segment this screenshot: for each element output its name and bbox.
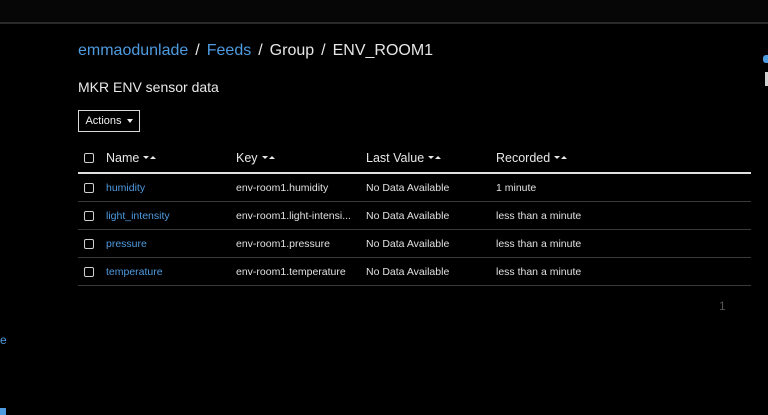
header-last-value[interactable]: Last Value: [366, 143, 490, 172]
actions-button[interactable]: Actions: [78, 110, 140, 132]
feed-recorded: 1 minute: [496, 181, 537, 194]
header-recorded[interactable]: Recorded: [496, 143, 696, 172]
feed-last-value: No Data Available: [366, 209, 450, 222]
sort-icon: [143, 156, 157, 159]
breadcrumb-separator: /: [195, 42, 200, 59]
right-edge-indicator: [763, 55, 768, 63]
row-check-cell: [84, 202, 94, 229]
row-check-cell: [84, 258, 94, 285]
table-header: Name Key Last Value Recorded: [78, 143, 751, 174]
actions-label: Actions: [85, 115, 122, 127]
feed-group-page: emmaodunlade / Feeds / Group / ENV_ROOM1 MKR E…: [0, 0, 768, 415]
feed-key: env-room1.pressure: [236, 237, 330, 250]
breadcrumb-feeds-link[interactable]: Feeds: [207, 42, 251, 59]
breadcrumb: emmaodunlade / Feeds / Group / ENV_ROOM1: [78, 42, 433, 60]
breadcrumb-current: ENV_ROOM1: [332, 42, 434, 59]
sort-icon: [428, 156, 442, 159]
feed-name-link[interactable]: light_intensity: [106, 202, 226, 229]
feed-last-value: No Data Available: [366, 237, 450, 250]
feed-last-value: No Data Available: [366, 265, 450, 278]
select-all-cell: [84, 143, 94, 172]
row-checkbox[interactable]: [84, 238, 94, 249]
table-row: humidity env-room1.humidity No Data Avai…: [78, 174, 751, 202]
select-all-checkbox[interactable]: [84, 152, 94, 163]
feed-name-link[interactable]: humidity: [106, 174, 226, 201]
table-row: temperature env-room1.temperature No Dat…: [78, 258, 751, 286]
breadcrumb-separator: /: [321, 42, 326, 59]
feeds-table: Name Key Last Value Recorded humidity en…: [78, 143, 751, 286]
breadcrumb-separator: /: [258, 42, 263, 59]
feed-key: env-room1.humidity: [236, 181, 329, 194]
bottom-edge-fragment: [0, 408, 6, 415]
feed-recorded: less than a minute: [496, 237, 582, 250]
header-key-label: Key: [236, 150, 258, 165]
feed-key: env-room1.light-intensi...: [236, 209, 351, 222]
row-check-cell: [84, 174, 94, 201]
header-recorded-label: Recorded: [496, 150, 551, 165]
breadcrumb-user-link[interactable]: emmaodunlade: [78, 42, 188, 59]
table-row: light_intensity env-room1.light-intensi.…: [78, 202, 751, 230]
header-key[interactable]: Key: [236, 143, 360, 172]
header-name-label: Name: [106, 150, 140, 165]
feed-name-link[interactable]: temperature: [106, 258, 226, 285]
feed-name-link[interactable]: pressure: [106, 230, 226, 257]
header-name[interactable]: Name: [106, 143, 226, 172]
left-edge-link-fragment[interactable]: e: [0, 333, 7, 347]
header-last-value-label: Last Value: [366, 150, 425, 165]
sort-icon: [261, 156, 275, 159]
group-description: MKR ENV sensor data: [78, 79, 219, 95]
table-row: pressure env-room1.pressure No Data Avai…: [78, 230, 751, 258]
top-divider: [0, 22, 768, 24]
sort-icon: [554, 156, 568, 159]
feed-recorded: less than a minute: [496, 209, 582, 222]
top-bar: [0, 0, 768, 22]
row-checkbox[interactable]: [84, 210, 94, 221]
breadcrumb-group: Group: [269, 42, 315, 59]
caret-down-icon: [126, 119, 133, 123]
feed-last-value: No Data Available: [366, 181, 450, 194]
feed-key: env-room1.temperature: [236, 265, 346, 278]
row-checkbox[interactable]: [84, 182, 94, 193]
row-checkbox[interactable]: [84, 266, 94, 277]
feed-recorded: less than a minute: [496, 265, 582, 278]
row-check-cell: [84, 230, 94, 257]
pagination-page[interactable]: 1: [719, 299, 726, 313]
